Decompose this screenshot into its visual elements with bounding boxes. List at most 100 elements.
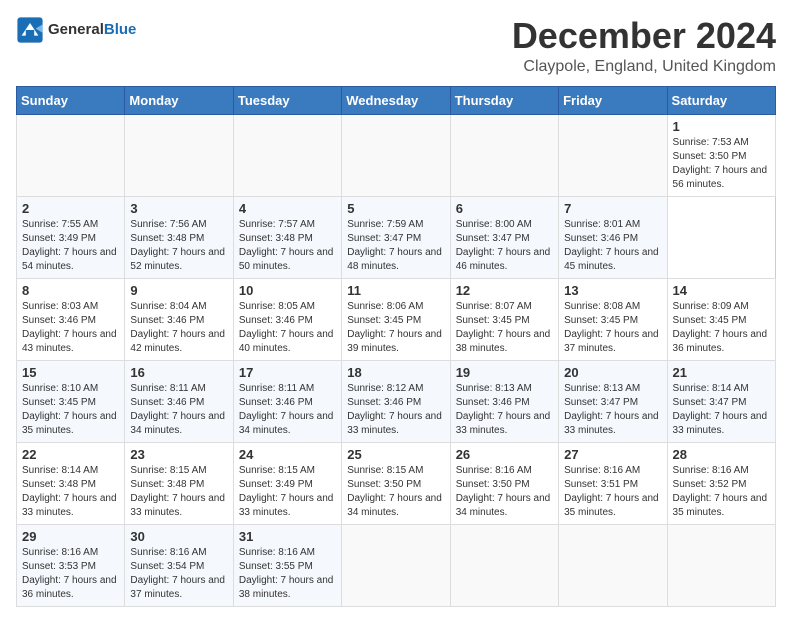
day-number: 29 (22, 529, 119, 544)
day-cell: 14 Sunrise: 8:09 AMSunset: 3:45 PMDayligh… (667, 278, 775, 360)
logo: GeneralBlue (16, 16, 136, 44)
day-cell: 15 Sunrise: 8:10 AMSunset: 3:45 PMDayligh… (17, 360, 125, 442)
day-number: 24 (239, 447, 336, 462)
day-info: Sunrise: 8:14 AMSunset: 3:48 PMDaylight:… (22, 464, 119, 520)
day-number: 22 (22, 447, 119, 462)
day-info: Sunrise: 8:16 AMSunset: 3:55 PMDaylight:… (239, 546, 336, 602)
day-cell: 1Sunrise: 7:53 AMSunset: 3:50 PMDaylight… (667, 114, 775, 196)
empty-day-cell (450, 524, 558, 606)
day-number: 9 (130, 283, 227, 298)
day-number: 23 (130, 447, 227, 462)
calendar-table: SundayMondayTuesdayWednesdayThursdayFrid… (16, 86, 776, 607)
day-number: 14 (673, 283, 770, 298)
day-cell: 20 Sunrise: 8:13 AMSunset: 3:47 PMDayligh… (559, 360, 667, 442)
day-cell: 19Sunrise: 8:13 AMSunset: 3:46 PMDayligh… (450, 360, 558, 442)
day-number: 12 (456, 283, 553, 298)
day-number: 19 (456, 365, 553, 380)
empty-day-cell (559, 524, 667, 606)
logo-icon (16, 16, 44, 44)
day-info: Sunrise: 7:55 AMSunset: 3:49 PMDaylight:… (22, 218, 119, 274)
day-number: 7 (564, 201, 661, 216)
day-number: 18 (347, 365, 444, 380)
day-number: 2 (22, 201, 119, 216)
day-info: Sunrise: 8:16 AMSunset: 3:52 PMDaylight:… (673, 464, 770, 520)
empty-day-cell (17, 114, 125, 196)
empty-day-cell (342, 114, 450, 196)
day-info: Sunrise: 7:57 AMSunset: 3:48 PMDaylight:… (239, 218, 336, 274)
day-cell: 11Sunrise: 8:06 AMSunset: 3:45 PMDayligh… (342, 278, 450, 360)
day-cell: 17Sunrise: 8:11 AMSunset: 3:46 PMDayligh… (233, 360, 341, 442)
day-cell: 24 Sunrise: 8:15 AMSunset: 3:49 PMDayligh… (233, 442, 341, 524)
day-number: 25 (347, 447, 444, 462)
day-cell: 23 Sunrise: 8:15 AMSunset: 3:48 PMDayligh… (125, 442, 233, 524)
day-info: Sunrise: 8:15 AMSunset: 3:49 PMDaylight:… (239, 464, 336, 520)
day-cell: 8Sunrise: 8:03 AMSunset: 3:46 PMDaylight… (17, 278, 125, 360)
empty-day-cell (125, 114, 233, 196)
page-header: GeneralBlue December 2024 Claypole, Engl… (16, 16, 776, 76)
day-number: 28 (673, 447, 770, 462)
calendar-week-row: 1Sunrise: 7:53 AMSunset: 3:50 PMDaylight… (17, 114, 776, 196)
day-info: Sunrise: 8:11 AMSunset: 3:46 PMDaylight:… (130, 382, 227, 438)
day-number: 1 (673, 119, 770, 134)
empty-day-cell (450, 114, 558, 196)
header-thursday: Thursday (450, 86, 558, 114)
day-cell: 6 Sunrise: 8:00 AMSunset: 3:47 PMDaylight… (450, 196, 558, 278)
day-cell: 30Sunrise: 8:16 AMSunset: 3:54 PMDayligh… (125, 524, 233, 606)
day-number: 15 (22, 365, 119, 380)
day-number: 31 (239, 529, 336, 544)
day-info: Sunrise: 7:59 AMSunset: 3:47 PMDaylight:… (347, 218, 444, 274)
header-tuesday: Tuesday (233, 86, 341, 114)
logo-text-general: General (48, 21, 104, 38)
day-cell: 4 Sunrise: 7:57 AMSunset: 3:48 PMDaylight… (233, 196, 341, 278)
day-number: 3 (130, 201, 227, 216)
day-number: 6 (456, 201, 553, 216)
header-saturday: Saturday (667, 86, 775, 114)
day-info: Sunrise: 8:16 AMSunset: 3:53 PMDaylight:… (22, 546, 119, 602)
day-cell: 26Sunrise: 8:16 AMSunset: 3:50 PMDayligh… (450, 442, 558, 524)
day-info: Sunrise: 8:10 AMSunset: 3:45 PMDaylight:… (22, 382, 119, 438)
empty-day-cell (233, 114, 341, 196)
day-number: 4 (239, 201, 336, 216)
day-info: Sunrise: 8:13 AMSunset: 3:47 PMDaylight:… (564, 382, 661, 438)
day-info: Sunrise: 8:15 AMSunset: 3:48 PMDaylight:… (130, 464, 227, 520)
calendar-week-row: 29 Sunrise: 8:16 AMSunset: 3:53 PMDayligh… (17, 524, 776, 606)
day-cell: 22 Sunrise: 8:14 AMSunset: 3:48 PMDayligh… (17, 442, 125, 524)
page-title: December 2024 (512, 16, 776, 56)
day-number: 5 (347, 201, 444, 216)
day-number: 30 (130, 529, 227, 544)
day-cell: 2 Sunrise: 7:55 AMSunset: 3:49 PMDaylight… (17, 196, 125, 278)
day-number: 13 (564, 283, 661, 298)
day-cell: 18Sunrise: 8:12 AMSunset: 3:46 PMDayligh… (342, 360, 450, 442)
day-cell: 5 Sunrise: 7:59 AMSunset: 3:47 PMDaylight… (342, 196, 450, 278)
day-cell: 29 Sunrise: 8:16 AMSunset: 3:53 PMDayligh… (17, 524, 125, 606)
day-info: Sunrise: 8:06 AMSunset: 3:45 PMDaylight:… (347, 300, 444, 356)
day-cell: 27Sunrise: 8:16 AMSunset: 3:51 PMDayligh… (559, 442, 667, 524)
day-cell: 13Sunrise: 8:08 AMSunset: 3:45 PMDayligh… (559, 278, 667, 360)
day-number: 20 (564, 365, 661, 380)
day-cell: 21 Sunrise: 8:14 AMSunset: 3:47 PMDayligh… (667, 360, 775, 442)
calendar-week-row: 2 Sunrise: 7:55 AMSunset: 3:49 PMDaylight… (17, 196, 776, 278)
day-cell: 31 Sunrise: 8:16 AMSunset: 3:55 PMDayligh… (233, 524, 341, 606)
day-info: Sunrise: 8:14 AMSunset: 3:47 PMDaylight:… (673, 382, 770, 438)
day-cell: 7 Sunrise: 8:01 AMSunset: 3:46 PMDaylight… (559, 196, 667, 278)
day-number: 17 (239, 365, 336, 380)
day-info: Sunrise: 8:00 AMSunset: 3:47 PMDaylight:… (456, 218, 553, 274)
day-info: Sunrise: 8:03 AMSunset: 3:46 PMDaylight:… (22, 300, 119, 356)
day-number: 10 (239, 283, 336, 298)
calendar-week-row: 22 Sunrise: 8:14 AMSunset: 3:48 PMDayligh… (17, 442, 776, 524)
day-cell: 12Sunrise: 8:07 AMSunset: 3:45 PMDayligh… (450, 278, 558, 360)
title-area: December 2024 Claypole, England, United … (512, 16, 776, 76)
day-info: Sunrise: 8:05 AMSunset: 3:46 PMDaylight:… (239, 300, 336, 356)
day-number: 26 (456, 447, 553, 462)
day-info: Sunrise: 8:15 AMSunset: 3:50 PMDaylight:… (347, 464, 444, 520)
day-number: 21 (673, 365, 770, 380)
day-info: Sunrise: 8:09 AMSunset: 3:45 PMDaylight:… (673, 300, 770, 356)
calendar-week-row: 8Sunrise: 8:03 AMSunset: 3:46 PMDaylight… (17, 278, 776, 360)
day-cell: 28 Sunrise: 8:16 AMSunset: 3:52 PMDayligh… (667, 442, 775, 524)
day-cell: 16Sunrise: 8:11 AMSunset: 3:46 PMDayligh… (125, 360, 233, 442)
empty-day-cell (559, 114, 667, 196)
day-info: Sunrise: 8:01 AMSunset: 3:46 PMDaylight:… (564, 218, 661, 274)
header-wednesday: Wednesday (342, 86, 450, 114)
empty-day-cell (667, 524, 775, 606)
page-subtitle: Claypole, England, United Kingdom (512, 58, 776, 76)
